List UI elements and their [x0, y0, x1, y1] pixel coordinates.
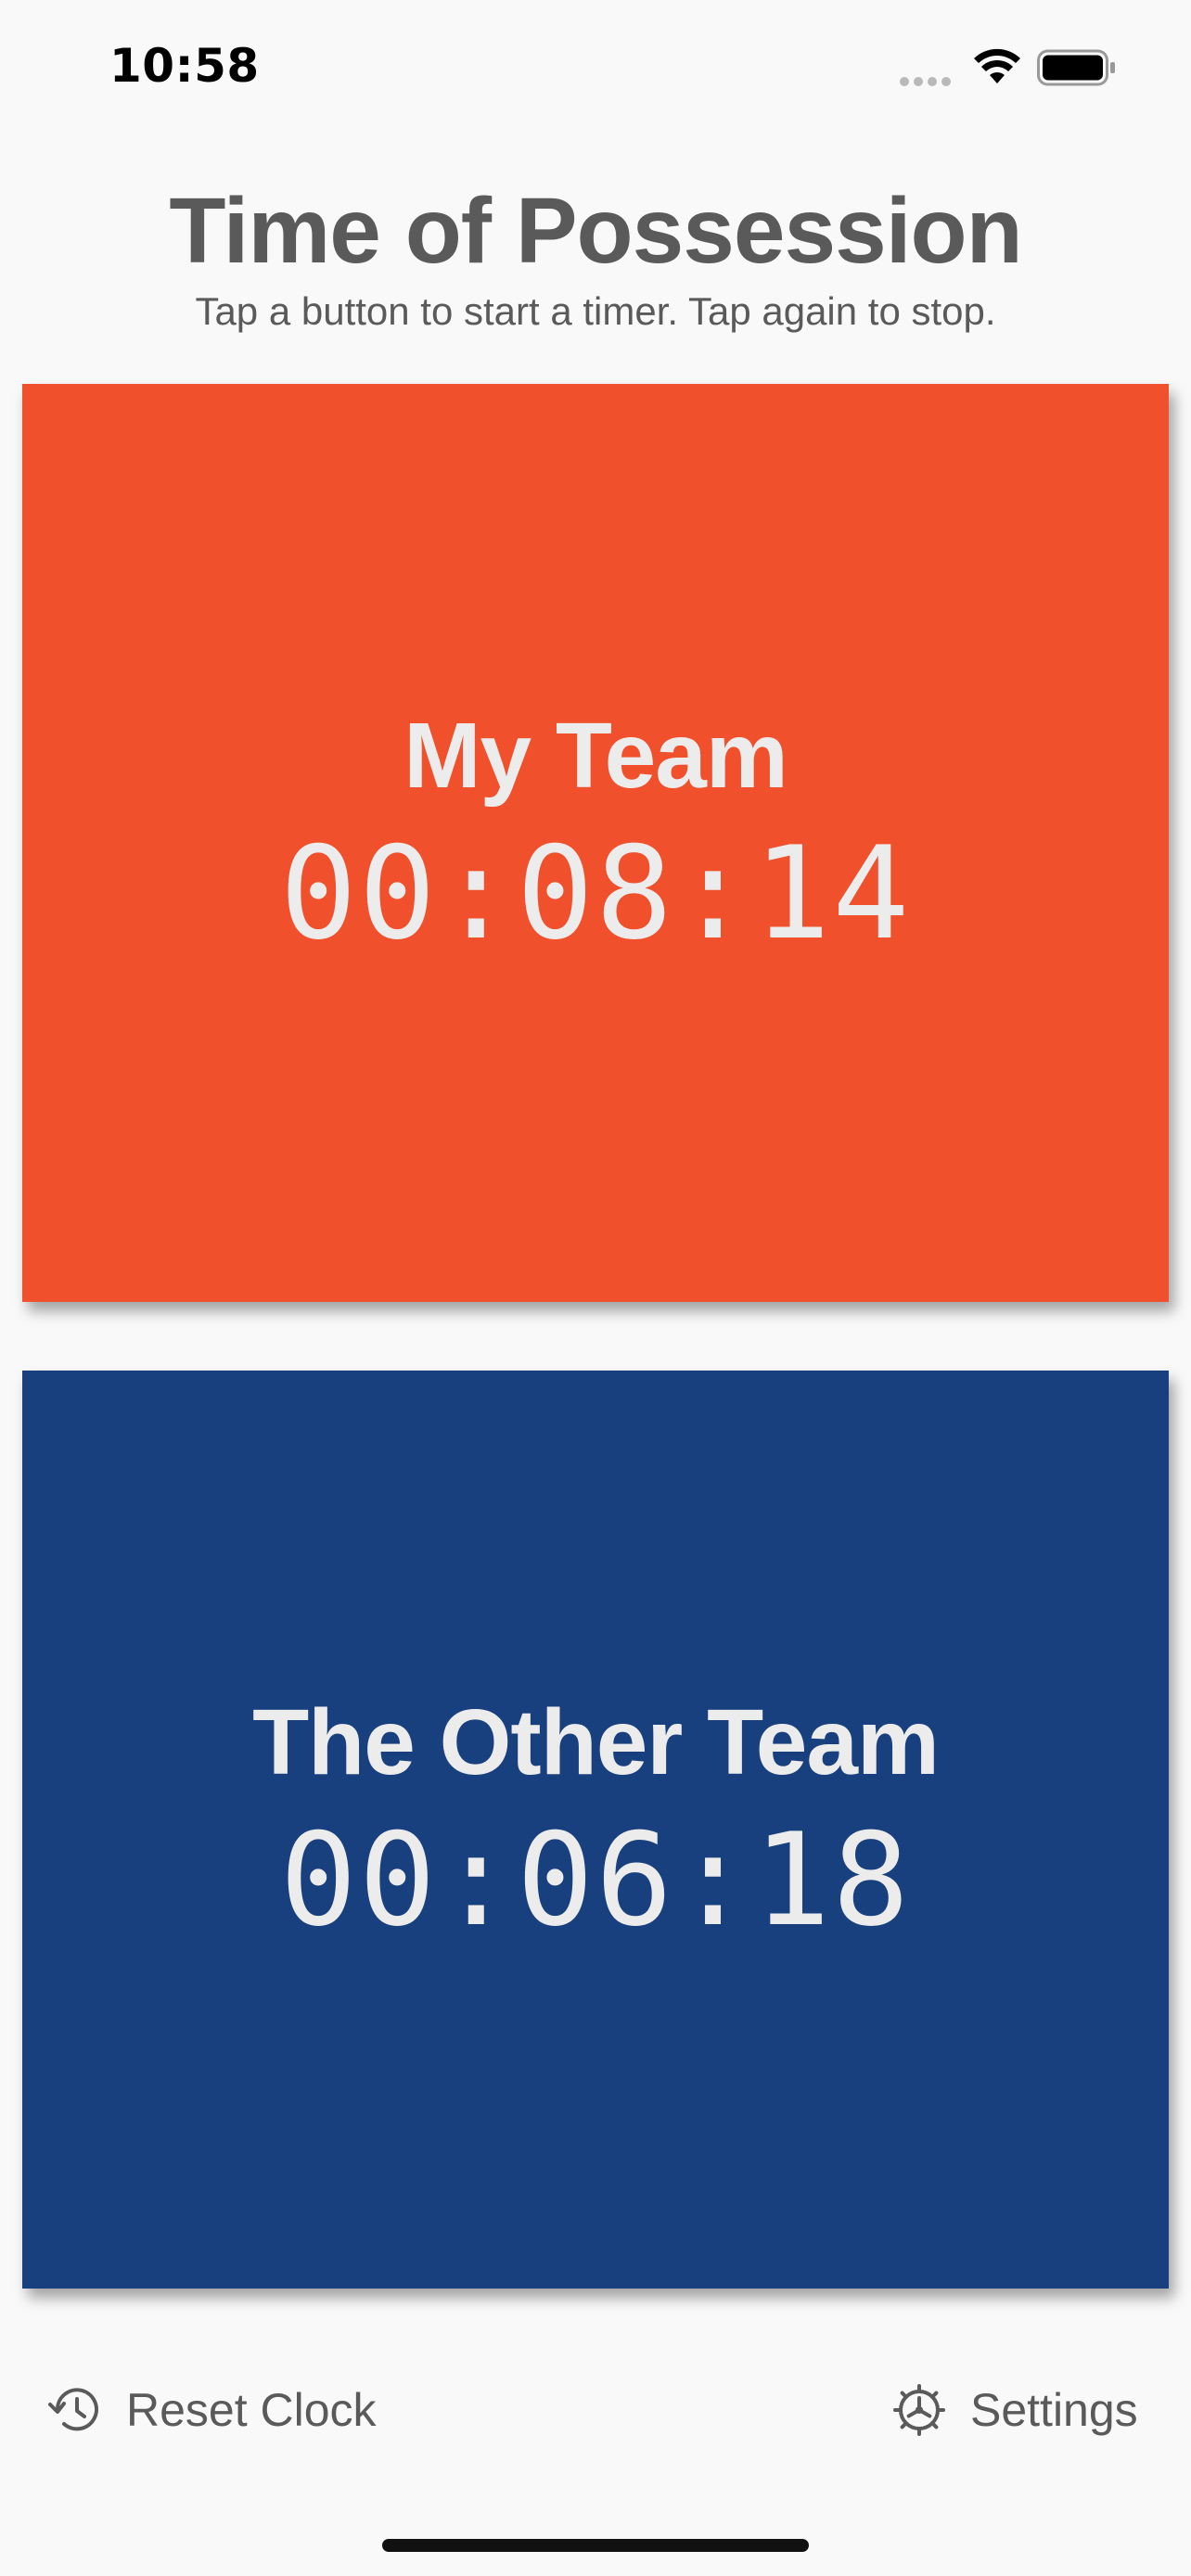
signal-icon	[900, 74, 955, 86]
clock-history-icon	[48, 2388, 98, 2431]
settings-label: Settings	[970, 2384, 1138, 2436]
wifi-icon	[974, 48, 1020, 83]
team-timer: 00:08:14	[279, 819, 912, 968]
my-team-timer-button[interactable]: My Team 00:08:14	[22, 384, 1169, 1302]
other-team-timer-button[interactable]: The Other Team 00:06:18	[22, 1371, 1169, 2289]
reset-clock-button[interactable]: Reset Clock	[46, 2374, 377, 2446]
page-subtitle: Tap a button to start a timer. Tap again…	[195, 289, 996, 333]
battery-icon	[1037, 49, 1115, 86]
status-time: 10:58	[109, 39, 260, 93]
gear-icon	[893, 2384, 945, 2436]
page-title: Time of Possession	[169, 179, 1022, 283]
settings-button[interactable]: Settings	[890, 2374, 1138, 2446]
team-timer: 00:06:18	[279, 1805, 912, 1955]
status-bar: 10:58	[0, 0, 1191, 130]
home-indicator[interactable]	[382, 2539, 809, 2552]
reset-clock-label: Reset Clock	[126, 2384, 377, 2436]
team-name: The Other Team	[252, 1690, 940, 1794]
team-name: My Team	[403, 704, 788, 808]
